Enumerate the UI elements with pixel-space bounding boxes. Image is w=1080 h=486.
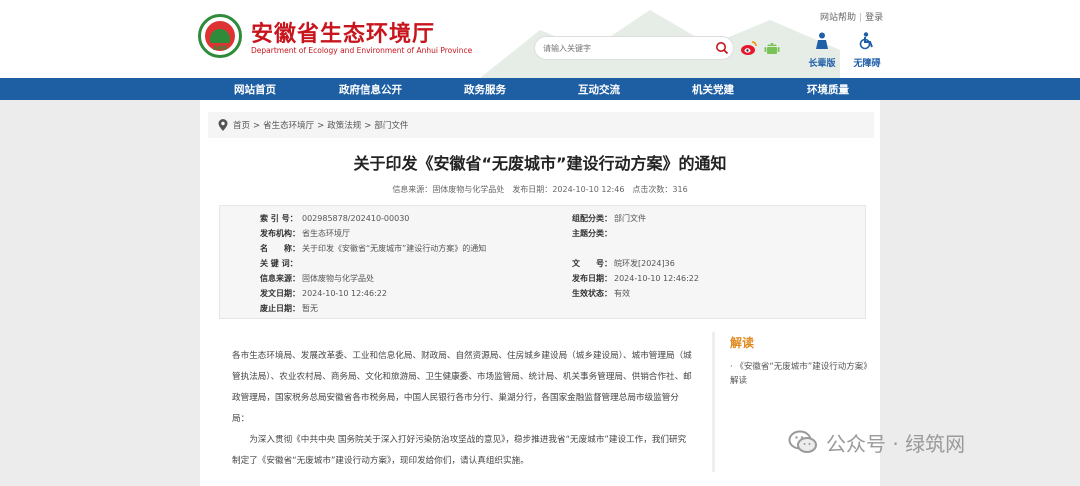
elder-icon	[816, 32, 828, 49]
info-row-publish-date: 发布日期： 2024-10-10 12:46:22	[572, 274, 699, 283]
breadcrumb-home[interactable]: 首页	[233, 121, 250, 131]
watermark-text: 公众号 · 绿筑网	[826, 431, 966, 456]
search-icon[interactable]	[715, 41, 729, 55]
nav-item-home[interactable]: 网站首页	[234, 82, 276, 97]
help-link[interactable]: 网站帮助	[820, 13, 856, 23]
wechat-icon	[788, 430, 817, 453]
breadcrumb-policy[interactable]: 政策法规	[327, 121, 361, 131]
breadcrumb-separator: >	[253, 121, 261, 131]
info-row-issue-date: 发文日期： 2024-10-10 12:46:22	[260, 289, 387, 298]
document-info-table: 索 引 号： 002985878/202410-00030 发布机构： 省生态环境厅…	[219, 205, 866, 319]
elder-mode-button[interactable]: 长辈版	[806, 32, 838, 69]
nav-item-services[interactable]: 政务服务	[464, 82, 506, 97]
logo-text: AHB	[213, 45, 228, 52]
breadcrumb-trail: 首页 > 省生态环境厅 > 政策法规 > 部门文件	[233, 119, 408, 131]
accessibility-icon	[859, 32, 873, 50]
accessibility-label: 无障碍	[853, 59, 881, 69]
nav-item-interaction[interactable]: 互动交流	[578, 82, 620, 97]
date-value: 2024-10-10 12:46	[552, 185, 625, 194]
clicks-label: 点击次数：	[632, 185, 673, 194]
main-nav: 网站首页 政府信息公开 政务服务 互动交流 机关党建 环境质量	[0, 78, 1080, 100]
logo-leaf-icon	[210, 29, 230, 43]
clicks-value: 316	[672, 185, 688, 194]
breadcrumb-separator: >	[317, 121, 325, 131]
nav-item-env-quality[interactable]: 环境质量	[807, 82, 849, 97]
info-row-keywords: 关 键 词：	[260, 259, 298, 268]
nav-item-party[interactable]: 机关党建	[692, 82, 734, 97]
interpretation-link-text: 《安徽省“无废城市”建设行动方案》解读	[730, 362, 868, 386]
wechat-watermark: 公众号 · 绿筑网	[788, 424, 965, 460]
source-label: 信息来源：	[392, 185, 433, 194]
info-row-category: 组配分类： 部门文件	[572, 214, 646, 223]
breadcrumb: 首页 > 省生态环境厅 > 政策法规 > 部门文件	[208, 112, 874, 138]
info-row-status: 生效状态： 有效	[572, 289, 630, 298]
info-row-publisher: 发布机构： 省生态环境厅	[260, 229, 350, 238]
site-logo[interactable]: AHB	[198, 14, 242, 58]
info-row-index: 索 引 号： 002985878/202410-00030	[260, 214, 410, 223]
site-header: AHB 安徽省生态环境厅 Department of Ecology and E…	[0, 0, 1080, 78]
android-icon[interactable]	[764, 39, 780, 57]
site-subtitle: Department of Ecology and Environment of…	[251, 46, 473, 55]
elder-mode-label: 长辈版	[808, 59, 836, 69]
link-separator: |	[859, 13, 863, 23]
site-title[interactable]: 安徽省生态环境厅	[251, 16, 435, 48]
breadcrumb-current[interactable]: 部门文件	[374, 121, 408, 131]
source-value: 固体废物与化学品处	[432, 185, 505, 194]
main-content: 首页 > 省生态环境厅 > 政策法规 > 部门文件 关于印发《安徽省“无废城市”建设行动方案…	[200, 100, 880, 486]
body-paragraph: 为深入贯彻《中共中央 国务院关于深入打好污染防治攻坚战的意见》，稳步推进我省“无…	[232, 435, 687, 466]
page-title: 关于印发《安徽省“无废城市”建设行动方案》的通知	[353, 154, 727, 173]
nav-item-gov-info[interactable]: 政府信息公开	[339, 82, 402, 97]
article-meta: 信息来源：固体废物与化学品处 发布日期：2024-10-10 12:46 点击次数：…	[200, 184, 880, 195]
top-links: 网站帮助 | 登录	[820, 10, 883, 23]
sidebar-divider	[712, 332, 715, 472]
location-pin-icon	[218, 119, 228, 131]
article-body: 各市生态环境局、发展改革委、工业和信息化局、财政局、自然资源局、住房城乡建设局（…	[232, 346, 692, 472]
info-row-topic: 主题分类：	[572, 229, 612, 238]
date-label: 发布日期：	[512, 185, 553, 194]
search-box	[534, 36, 734, 60]
login-link[interactable]: 登录	[865, 13, 883, 23]
accessibility-button[interactable]: 无障碍	[850, 32, 884, 69]
info-row-expiry: 废止日期： 暂无	[260, 304, 318, 313]
info-row-source: 信息来源： 固体废物与化学品处	[260, 274, 374, 283]
breadcrumb-separator: >	[364, 121, 372, 131]
body-paragraph: 各市生态环境局、发展改革委、工业和信息化局、财政局、自然资源局、住房城乡建设局（…	[232, 351, 692, 424]
interpretation-link[interactable]: · 《安徽省“无废城市”建设行动方案》解读	[730, 360, 870, 388]
breadcrumb-dept[interactable]: 省生态环境厅	[263, 121, 314, 131]
weibo-icon[interactable]	[740, 39, 758, 57]
info-row-doc-number: 文 号： 皖环发[2024]36	[572, 259, 675, 268]
sidebar-title: 解读	[730, 336, 755, 350]
info-row-name: 名 称： 关于印发《安徽省“无废城市”建设行动方案》的通知	[260, 244, 487, 253]
search-input[interactable]	[543, 40, 703, 56]
